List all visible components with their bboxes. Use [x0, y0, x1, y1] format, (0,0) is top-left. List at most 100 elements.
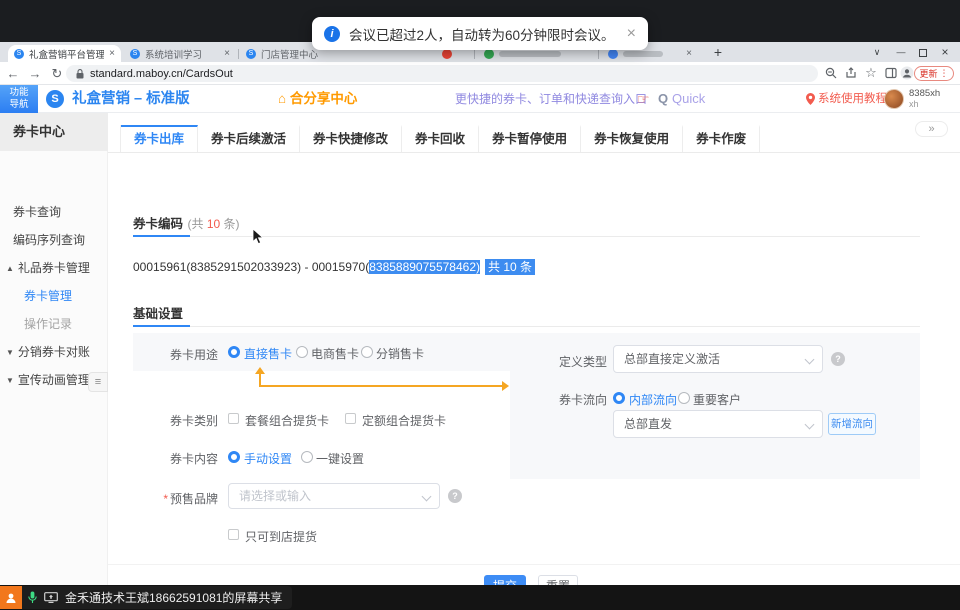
option-distribution-sale[interactable]: 分销售卡	[376, 345, 424, 362]
function-nav-button[interactable]: 功能 导航	[0, 85, 38, 113]
option-fixed-amount-card[interactable]: 定额组合提货卡	[362, 412, 446, 429]
mouse-cursor	[252, 228, 264, 245]
option-ecommerce-sale[interactable]: 电商售卡	[311, 345, 359, 362]
sidebar-collapse-button[interactable]: ≡	[88, 372, 108, 392]
forward-icon[interactable]: →	[26, 62, 44, 85]
tab-close-icon[interactable]: ×	[104, 48, 115, 59]
window-chevron-icon[interactable]: ∨	[867, 42, 887, 62]
brand-title: 礼盒营销 – 标准版	[72, 85, 190, 113]
system-tutorial-link[interactable]: 系统使用教程	[818, 85, 887, 113]
tab-close-icon[interactable]: ×	[681, 48, 692, 59]
window-maximize-button[interactable]	[919, 49, 927, 57]
arrow-up-icon	[255, 367, 265, 374]
browser-tab-active[interactable]: S 礼盒营销平台管理中心 ×	[8, 45, 121, 62]
presale-brand-select[interactable]: 请选择或输入	[228, 483, 440, 509]
chevron-up-icon: ▲	[6, 264, 14, 273]
sidebar-group-promo-animation[interactable]: ▼宣传动画管理	[6, 371, 90, 388]
window-minimize-button[interactable]: —	[891, 42, 911, 62]
tab-card-recycle[interactable]: 券卡回收	[402, 125, 479, 152]
radio-manual-setup[interactable]	[228, 451, 240, 463]
tab-card-suspend[interactable]: 券卡暂停使用	[479, 125, 581, 152]
tab-separator	[238, 49, 239, 59]
option-combo-package-card[interactable]: 套餐组合提货卡	[245, 412, 329, 429]
screen-share-text: 金禾通技术王斌18662591081的屏幕共享	[65, 589, 282, 606]
definition-type-value: 总部直接定义激活	[624, 352, 720, 366]
user-avatar[interactable]	[884, 89, 904, 109]
tab-title: 系统培训学习	[145, 47, 219, 61]
meeting-notification-text: 会议已超过2人，自动转为60分钟限时会议。	[349, 24, 615, 44]
tab-favicon-icon	[442, 49, 452, 59]
back-icon[interactable]: ←	[4, 62, 22, 85]
option-one-click-setup[interactable]: 一键设置	[316, 450, 364, 467]
microphone-icon	[28, 591, 37, 604]
window-close-button[interactable]: ×	[935, 42, 955, 62]
expand-button[interactable]: »	[915, 121, 948, 137]
reload-icon[interactable]: ↻	[48, 62, 66, 85]
radio-ecommerce-sale[interactable]	[296, 346, 308, 358]
tab-favicon-icon: S	[130, 49, 140, 59]
new-tab-button[interactable]: +	[708, 42, 728, 62]
meeting-notification: i 会议已超过2人，自动转为60分钟限时会议。 ×	[312, 17, 648, 50]
definition-type-select[interactable]: 总部直接定义激活	[613, 345, 823, 373]
browser-update-button[interactable]: 更新 ⋮	[914, 66, 954, 81]
share-icon[interactable]	[842, 64, 860, 82]
user-subname: xh	[909, 99, 919, 109]
sidebar-item-card-management-active[interactable]: 券卡管理	[24, 287, 72, 304]
radio-internal-flow[interactable]	[613, 392, 625, 404]
sidebar-group-gift-card-mgmt[interactable]: ▲礼品券卡管理	[6, 259, 90, 276]
share-center-link[interactable]: ⌂ 合分享中心	[278, 85, 357, 113]
radio-distribution-sale[interactable]	[361, 346, 373, 358]
presale-brand-placeholder: 请选择或输入	[239, 489, 311, 503]
quick-search-icon[interactable]: Q	[658, 85, 668, 113]
tab-favicon-icon: S	[14, 49, 24, 59]
radio-one-click-setup[interactable]	[301, 451, 313, 463]
chevron-down-icon: ▼	[6, 376, 14, 385]
add-flow-button[interactable]: 新增流向	[828, 413, 876, 435]
quick-search-label[interactable]: Quick	[672, 85, 705, 113]
checkbox-combo-package-card[interactable]	[228, 413, 239, 424]
sidebar-item-card-query[interactable]: 券卡查询	[13, 203, 61, 220]
card-flow-select[interactable]: 总部直发	[613, 410, 823, 438]
sidebar-item-operation-log[interactable]: 操作记录	[24, 315, 72, 332]
checkbox-fixed-amount-card[interactable]	[345, 413, 356, 424]
browser-tab[interactable]: S 系统培训学习 ×	[124, 45, 236, 62]
tab-card-quick-modify[interactable]: 券卡快捷修改	[300, 125, 402, 152]
bookmark-star-icon[interactable]: ☆	[862, 64, 880, 82]
tab-close-icon[interactable]: ×	[219, 48, 230, 59]
tab-card-outbound[interactable]: 券卡出库	[121, 125, 198, 152]
option-store-pickup-only[interactable]: 只可到店提货	[245, 528, 317, 545]
zoom-icon[interactable]	[822, 64, 840, 82]
tab-card-followup-activate[interactable]: 券卡后续激活	[198, 125, 300, 152]
footer-divider	[108, 564, 960, 565]
sidebar-group-distribution-reconcile[interactable]: ▼分销券卡对账	[6, 343, 90, 360]
close-icon[interactable]: ×	[627, 26, 636, 42]
chevron-down-icon: ▼	[6, 348, 14, 357]
url-field[interactable]: standard.maboy.cn/CardsOut	[66, 65, 818, 82]
tab-favicon-icon	[484, 49, 494, 59]
lock-icon	[76, 69, 84, 79]
radio-direct-sale[interactable]	[228, 346, 240, 358]
basic-settings-title: 基础设置	[133, 303, 183, 322]
count-close: 条)	[220, 217, 239, 231]
option-internal-flow[interactable]: 内部流向	[629, 391, 677, 408]
help-icon[interactable]: ?	[448, 489, 462, 503]
url-text: standard.maboy.cn/CardsOut	[90, 68, 233, 80]
sidebar-item-code-sequence-query[interactable]: 编码序列查询	[13, 231, 85, 248]
arrow-right-icon	[502, 381, 509, 391]
card-action-tabs: 券卡出库 券卡后续激活 券卡快捷修改 券卡回收 券卡暂停使用 券卡恢复使用 券卡…	[120, 125, 760, 152]
tab-card-resume[interactable]: 券卡恢复使用	[581, 125, 683, 152]
category-label: 券卡类别	[133, 412, 218, 429]
tab-text-placeholder	[499, 51, 561, 57]
desktop: S 礼盒营销平台管理中心 × S 系统培训学习 × S 门店管理中心	[0, 0, 960, 610]
option-manual-setup[interactable]: 手动设置	[244, 450, 292, 467]
option-direct-sale[interactable]: 直接售卡	[244, 345, 292, 362]
radio-important-customer[interactable]	[678, 392, 690, 404]
checkbox-store-pickup-only[interactable]	[228, 529, 239, 540]
option-important-customer[interactable]: 重要客户	[693, 391, 741, 408]
house-icon: ⌂	[278, 91, 286, 106]
app-header: 功能 导航 S 礼盒营销 – 标准版 ⌂ 合分享中心 更快捷的券卡、订单和快递查…	[0, 85, 960, 113]
help-icon[interactable]: ?	[831, 352, 845, 366]
count-open: (共	[187, 217, 206, 231]
tab-card-void[interactable]: 券卡作废	[683, 125, 760, 152]
info-icon: i	[324, 26, 340, 42]
